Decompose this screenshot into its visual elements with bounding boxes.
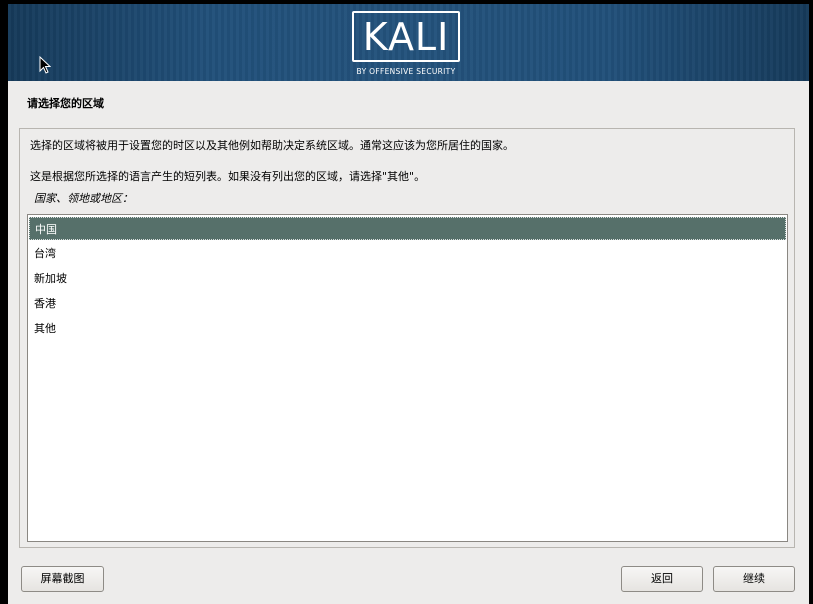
list-item-region-singapore[interactable]: 新加坡 bbox=[29, 267, 786, 290]
region-list-label: 国家、领地或地区： bbox=[34, 192, 133, 205]
logo-text: KALI bbox=[362, 15, 450, 59]
region-listbox[interactable]: 中国 台湾 新加坡 香港 其他 bbox=[27, 214, 788, 542]
list-item-region-other[interactable]: 其他 bbox=[29, 317, 786, 340]
kali-banner: KALI BY OFFENSIVE SECURITY bbox=[8, 4, 809, 81]
mouse-cursor-icon bbox=[39, 56, 51, 74]
installer-window: KALI BY OFFENSIVE SECURITY 请选择您的区域 选择的区域… bbox=[8, 4, 809, 604]
description-line-1: 选择的区域将被用于设置您的时区以及其他例如帮助决定系统区域。通常这应该为您所居住… bbox=[30, 139, 514, 152]
description-line-2: 这是根据您所选择的语言产生的短列表。如果没有列出您的区域，请选择"其他"。 bbox=[30, 170, 426, 183]
logo-subtitle: BY OFFENSIVE SECURITY bbox=[356, 67, 456, 76]
screenshot-button[interactable]: 屏幕截图 bbox=[21, 566, 104, 592]
continue-button[interactable]: 继续 bbox=[713, 566, 795, 592]
list-item-region-china[interactable]: 中国 bbox=[29, 217, 786, 240]
list-item-region-hongkong[interactable]: 香港 bbox=[29, 292, 786, 315]
list-item-region-taiwan[interactable]: 台湾 bbox=[29, 242, 786, 265]
page-title: 请选择您的区域 bbox=[27, 97, 104, 110]
back-button[interactable]: 返回 bbox=[621, 566, 703, 592]
kali-logo: KALI bbox=[352, 11, 460, 62]
